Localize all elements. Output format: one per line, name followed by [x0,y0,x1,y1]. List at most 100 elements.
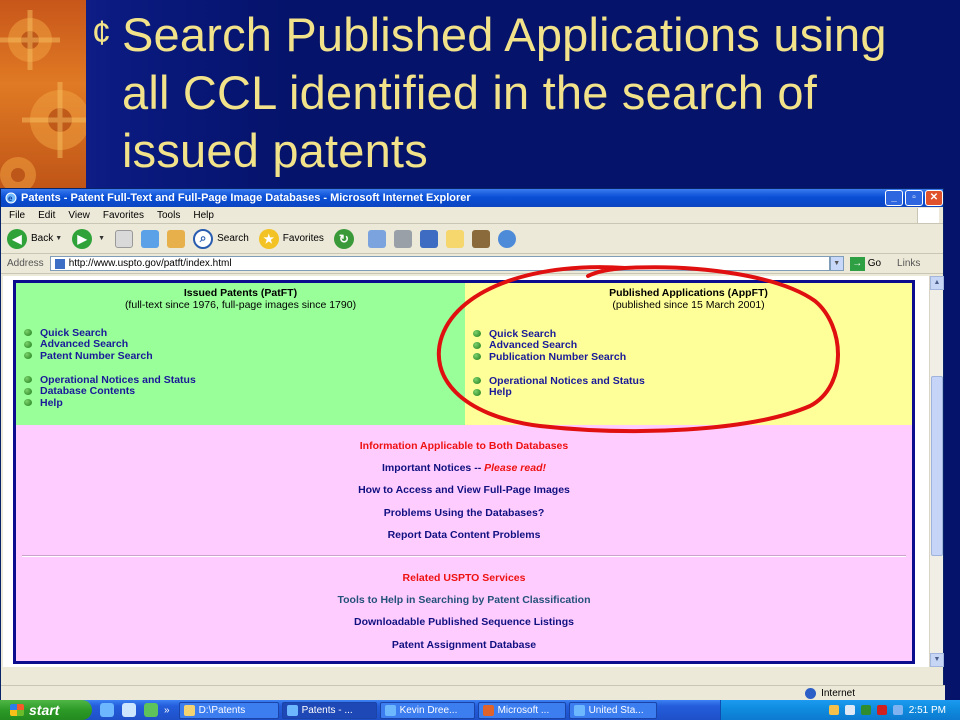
powerpoint-icon [482,704,494,716]
task-ie-patents[interactable]: Patents - ... [281,701,377,719]
bullet-icon [24,352,32,360]
bullet-icon [24,329,32,337]
gear-decoration [0,0,86,210]
quicklaunch-media-icon[interactable] [144,703,158,717]
print-icon[interactable] [393,229,412,248]
quicklaunch-more-icon[interactable]: » [164,705,170,716]
menu-file[interactable]: File [9,210,25,221]
go-button[interactable]: → Go [849,256,882,271]
back-dropdown-icon[interactable]: ▼ [55,235,62,242]
scroll-down-icon[interactable]: ▼ [930,653,944,667]
back-label: Back [31,233,54,244]
patft-advanced-search-link[interactable]: Advanced Search [24,338,153,350]
forward-button[interactable]: ▶ ▼ [72,228,105,249]
ie-icon [384,704,396,716]
section-divider [22,555,906,557]
tray-icon[interactable] [860,705,871,715]
related-heading: Related USPTO Services [402,572,526,584]
scroll-up-icon[interactable]: ▲ [930,276,944,290]
close-button[interactable]: ✕ [925,190,943,206]
patft-database-contents-link[interactable]: Database Contents [24,385,196,397]
menu-edit[interactable]: Edit [38,210,55,221]
patft-patent-number-search-link[interactable]: Patent Number Search [24,350,153,362]
back-arrow-icon: ◀ [7,228,27,249]
problems-link[interactable]: Problems Using the Databases? [16,502,912,524]
tray-icon[interactable] [892,705,903,715]
assignment-database-link[interactable]: Patent Assignment Database [16,634,912,656]
discuss-icon[interactable] [445,229,464,248]
task-united-states[interactable]: United Sta... [568,701,657,719]
task-microsoft[interactable]: Microsoft ... [477,701,566,719]
mail-icon[interactable] [367,229,386,248]
search-button[interactable]: ⌕ Search [193,228,249,249]
tray-icon[interactable] [876,705,887,715]
favorites-button[interactable]: ★ Favorites [258,228,324,249]
patft-help-link[interactable]: Help [24,397,196,409]
patft-subheading: (full-text since 1976, full-page images … [124,299,357,311]
ie-icon [286,704,298,716]
quicklaunch-ie-icon[interactable] [100,703,114,717]
go-label: Go [867,258,882,269]
clock: 2:51 PM [908,704,946,716]
folder-icon [183,704,195,716]
window-titlebar[interactable]: e Patents - Patent Full-Text and Full-Pa… [1,189,943,207]
patft-search-links: Quick Search Advanced Search Patent Numb… [24,327,153,362]
messenger-icon[interactable] [497,229,516,248]
internet-zone-icon [805,688,817,699]
windows-flag-icon [917,208,939,223]
toolbar: ◀ Back ▼ ▶ ▼ ⌕ Search ★ Favorites ↻ [1,224,943,254]
ie-logo-icon: e [5,192,17,204]
sequence-listings-link[interactable]: Downloadable Published Sequence Listings [16,611,912,633]
patft-info-links: Operational Notices and Status Database … [24,374,196,409]
bullet-icon [24,340,32,348]
word-edit-icon[interactable] [419,229,438,248]
important-notices-link[interactable]: Important Notices -- Please read! [16,457,912,479]
tray-icon[interactable] [844,705,855,715]
windows-taskbar: start » D:\Patents Patents - ... Kevin D… [0,700,960,720]
research-icon[interactable] [471,229,490,248]
forward-arrow-icon: ▶ [72,228,93,249]
window-title: Patents - Patent Full-Text and Full-Page… [21,192,471,204]
bullet-icon [24,387,32,395]
menu-tools[interactable]: Tools [157,210,180,221]
quicklaunch-desktop-icon[interactable] [122,703,136,717]
task-kevin-dree[interactable]: Kevin Dree... [379,701,475,719]
shared-info-section: Information Applicable to Both Databases… [16,435,912,546]
related-services-section: Related USPTO Services Tools to Help in … [16,567,912,656]
forward-dropdown-icon[interactable]: ▼ [98,235,105,242]
classification-tools-link[interactable]: Tools to Help in Searching by Patent Cla… [16,589,912,611]
refresh-icon[interactable] [141,229,160,248]
patft-notices-link[interactable]: Operational Notices and Status [24,374,196,386]
minimize-button[interactable]: _ [885,190,903,206]
patft-panel: Issued Patents (PatFT) (full-text since … [16,283,465,425]
info-heading: Information Applicable to Both Databases [359,440,569,452]
gear-icon [0,10,86,193]
ie-icon [573,704,585,716]
task-patents-folder[interactable]: D:\Patents [178,701,279,719]
scroll-thumb[interactable] [931,376,943,556]
svg-text:e: e [8,194,13,203]
slide-title: Search Published Applications using all … [122,8,887,177]
bullet-icon [24,376,32,384]
report-problems-link[interactable]: Report Data Content Problems [16,524,912,546]
menu-favorites[interactable]: Favorites [103,210,144,221]
links-button[interactable]: Links [897,258,920,269]
menu-view[interactable]: View [68,210,90,221]
address-label: Address [7,258,44,269]
tray-icon[interactable] [828,705,839,715]
home-icon[interactable] [167,229,186,248]
patft-quick-search-link[interactable]: Quick Search [24,327,153,339]
stop-icon[interactable] [115,229,134,248]
menu-help[interactable]: Help [193,210,214,221]
start-button[interactable]: start [0,700,92,720]
history-icon[interactable]: ↻ [333,228,354,249]
back-button[interactable]: ◀ Back ▼ [7,228,62,249]
vertical-scrollbar[interactable]: ▲ ▼ [929,276,944,667]
full-page-images-link[interactable]: How to Access and View Full-Page Images [16,479,912,501]
go-arrow-icon: → [849,256,865,271]
zone-label: Internet [821,688,855,699]
maximize-button[interactable]: ▫ [905,190,923,206]
menu-bar: File Edit View Favorites Tools Help [1,207,943,224]
patft-heading: Issued Patents (PatFT) [183,287,298,299]
please-read-text: Please read! [484,462,546,475]
